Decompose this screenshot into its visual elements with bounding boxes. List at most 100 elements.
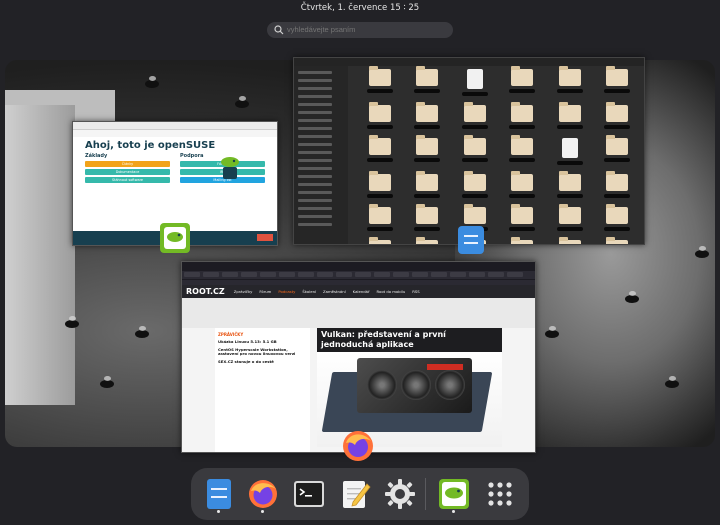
file-item[interactable] bbox=[356, 204, 404, 231]
welcome-articles-button[interactable]: Články bbox=[85, 161, 170, 167]
folder-icon bbox=[416, 135, 439, 155]
search-icon bbox=[274, 25, 284, 35]
file-item[interactable] bbox=[451, 171, 499, 198]
browser-tab[interactable] bbox=[279, 272, 295, 277]
browser-tab[interactable] bbox=[222, 272, 238, 277]
browser-tab[interactable] bbox=[355, 272, 371, 277]
firefox-icon[interactable] bbox=[247, 478, 279, 510]
file-item[interactable] bbox=[404, 204, 452, 231]
browser-tab[interactable] bbox=[488, 272, 504, 277]
file-item[interactable] bbox=[546, 102, 594, 129]
wallpaper-bee bbox=[235, 96, 249, 108]
file-item[interactable] bbox=[499, 237, 547, 244]
terminal-icon[interactable] bbox=[293, 478, 325, 510]
file-label bbox=[509, 227, 536, 231]
file-manager-window[interactable] bbox=[293, 57, 645, 245]
file-item[interactable] bbox=[594, 102, 642, 129]
file-item[interactable] bbox=[404, 102, 452, 129]
site-nav-item-active[interactable]: Podcasty bbox=[278, 289, 295, 294]
file-item[interactable] bbox=[546, 171, 594, 198]
folder-icon bbox=[463, 204, 486, 224]
file-item[interactable] bbox=[546, 66, 594, 96]
file-item[interactable] bbox=[499, 66, 547, 96]
browser-tab[interactable] bbox=[393, 272, 409, 277]
file-item[interactable] bbox=[594, 237, 642, 244]
news-headline[interactable]: Ukázka Linuxu 5.13: 5.1 GB bbox=[218, 339, 307, 345]
opensuse-welcome-icon[interactable] bbox=[438, 478, 470, 510]
sidebar-item bbox=[298, 151, 332, 154]
file-item[interactable] bbox=[404, 66, 452, 96]
file-item[interactable] bbox=[594, 204, 642, 231]
file-item[interactable] bbox=[356, 135, 404, 165]
browser-tab[interactable] bbox=[203, 272, 219, 277]
file-item[interactable] bbox=[451, 69, 499, 96]
browser-tab[interactable] bbox=[298, 272, 314, 277]
welcome-headerbar bbox=[73, 122, 277, 130]
folder-icon bbox=[368, 237, 391, 244]
welcome-software-button[interactable]: Stáhnout software bbox=[85, 177, 170, 183]
news-headline[interactable]: SEX.CZ stanuje o do cestě bbox=[218, 359, 307, 365]
file-item[interactable] bbox=[404, 237, 452, 244]
welcome-description bbox=[73, 185, 277, 191]
browser-tab[interactable] bbox=[260, 272, 276, 277]
browser-tab[interactable] bbox=[469, 272, 485, 277]
browser-tab[interactable] bbox=[507, 272, 523, 277]
browser-tab[interactable] bbox=[184, 272, 200, 277]
featured-article-title[interactable]: Vulkan: představení a první jednoduchá a… bbox=[317, 328, 502, 352]
folder-icon bbox=[368, 102, 391, 122]
file-item[interactable] bbox=[499, 171, 547, 198]
file-item[interactable] bbox=[499, 135, 547, 165]
site-nav-item[interactable]: Fórum bbox=[259, 289, 271, 294]
site-nav-item[interactable]: Kalendář bbox=[353, 289, 370, 294]
file-item[interactable] bbox=[546, 138, 594, 165]
folder-icon bbox=[558, 66, 581, 86]
running-indicator bbox=[452, 510, 455, 513]
news-headline[interactable]: CentOS Hyperscale Workstation, zastavení… bbox=[218, 347, 307, 357]
site-nav-item[interactable]: Zaměstnání bbox=[323, 289, 346, 294]
running-indicator bbox=[217, 510, 220, 513]
firefox-window-app-icon bbox=[343, 431, 373, 461]
file-item[interactable] bbox=[451, 102, 499, 129]
site-nav-item[interactable]: Školení bbox=[302, 289, 316, 294]
search-input[interactable] bbox=[267, 22, 453, 38]
browser-tab[interactable] bbox=[241, 272, 257, 277]
file-item[interactable] bbox=[546, 204, 594, 231]
welcome-close-button[interactable] bbox=[257, 234, 273, 241]
browser-tab[interactable] bbox=[412, 272, 428, 277]
folder-icon bbox=[416, 237, 439, 244]
file-item[interactable] bbox=[594, 135, 642, 165]
file-item[interactable] bbox=[356, 237, 404, 244]
file-item[interactable] bbox=[499, 204, 547, 231]
text-editor-icon[interactable] bbox=[339, 478, 371, 510]
file-item[interactable] bbox=[594, 171, 642, 198]
browser-tab[interactable] bbox=[374, 272, 390, 277]
site-nav: ROOT.CZ Zprávičky Fórum Podcasty Školení… bbox=[182, 285, 535, 298]
top-bar-clock[interactable]: Čtvrtek, 1. července 15 ∶ 25 bbox=[0, 0, 720, 16]
files-icon[interactable] bbox=[203, 478, 235, 510]
file-item[interactable] bbox=[356, 171, 404, 198]
site-nav-item[interactable]: Root do mobilu bbox=[377, 289, 406, 294]
file-item[interactable] bbox=[404, 135, 452, 165]
file-label bbox=[366, 227, 393, 231]
browser-tab[interactable] bbox=[336, 272, 352, 277]
site-logo[interactable]: ROOT.CZ bbox=[186, 287, 225, 296]
site-nav-item[interactable]: Zprávičky bbox=[234, 289, 253, 294]
browser-tab[interactable] bbox=[431, 272, 447, 277]
app-grid-icon[interactable] bbox=[484, 478, 516, 510]
file-item[interactable] bbox=[356, 66, 404, 96]
file-label bbox=[366, 194, 393, 198]
file-item[interactable] bbox=[356, 102, 404, 129]
browser-tab[interactable] bbox=[317, 272, 333, 277]
file-item[interactable] bbox=[499, 102, 547, 129]
welcome-docs-button[interactable]: Dokumentace bbox=[85, 169, 170, 175]
browser-tab[interactable] bbox=[450, 272, 466, 277]
folder-icon bbox=[511, 171, 534, 191]
settings-gear-icon[interactable] bbox=[384, 478, 416, 510]
file-item[interactable] bbox=[451, 135, 499, 165]
firefox-window[interactable]: ROOT.CZ Zprávičky Fórum Podcasty Školení… bbox=[181, 261, 536, 453]
file-item[interactable] bbox=[404, 171, 452, 198]
file-item[interactable] bbox=[546, 237, 594, 244]
file-grid bbox=[356, 66, 642, 244]
file-item[interactable] bbox=[594, 66, 642, 96]
site-nav-item[interactable]: RSS bbox=[412, 289, 419, 294]
